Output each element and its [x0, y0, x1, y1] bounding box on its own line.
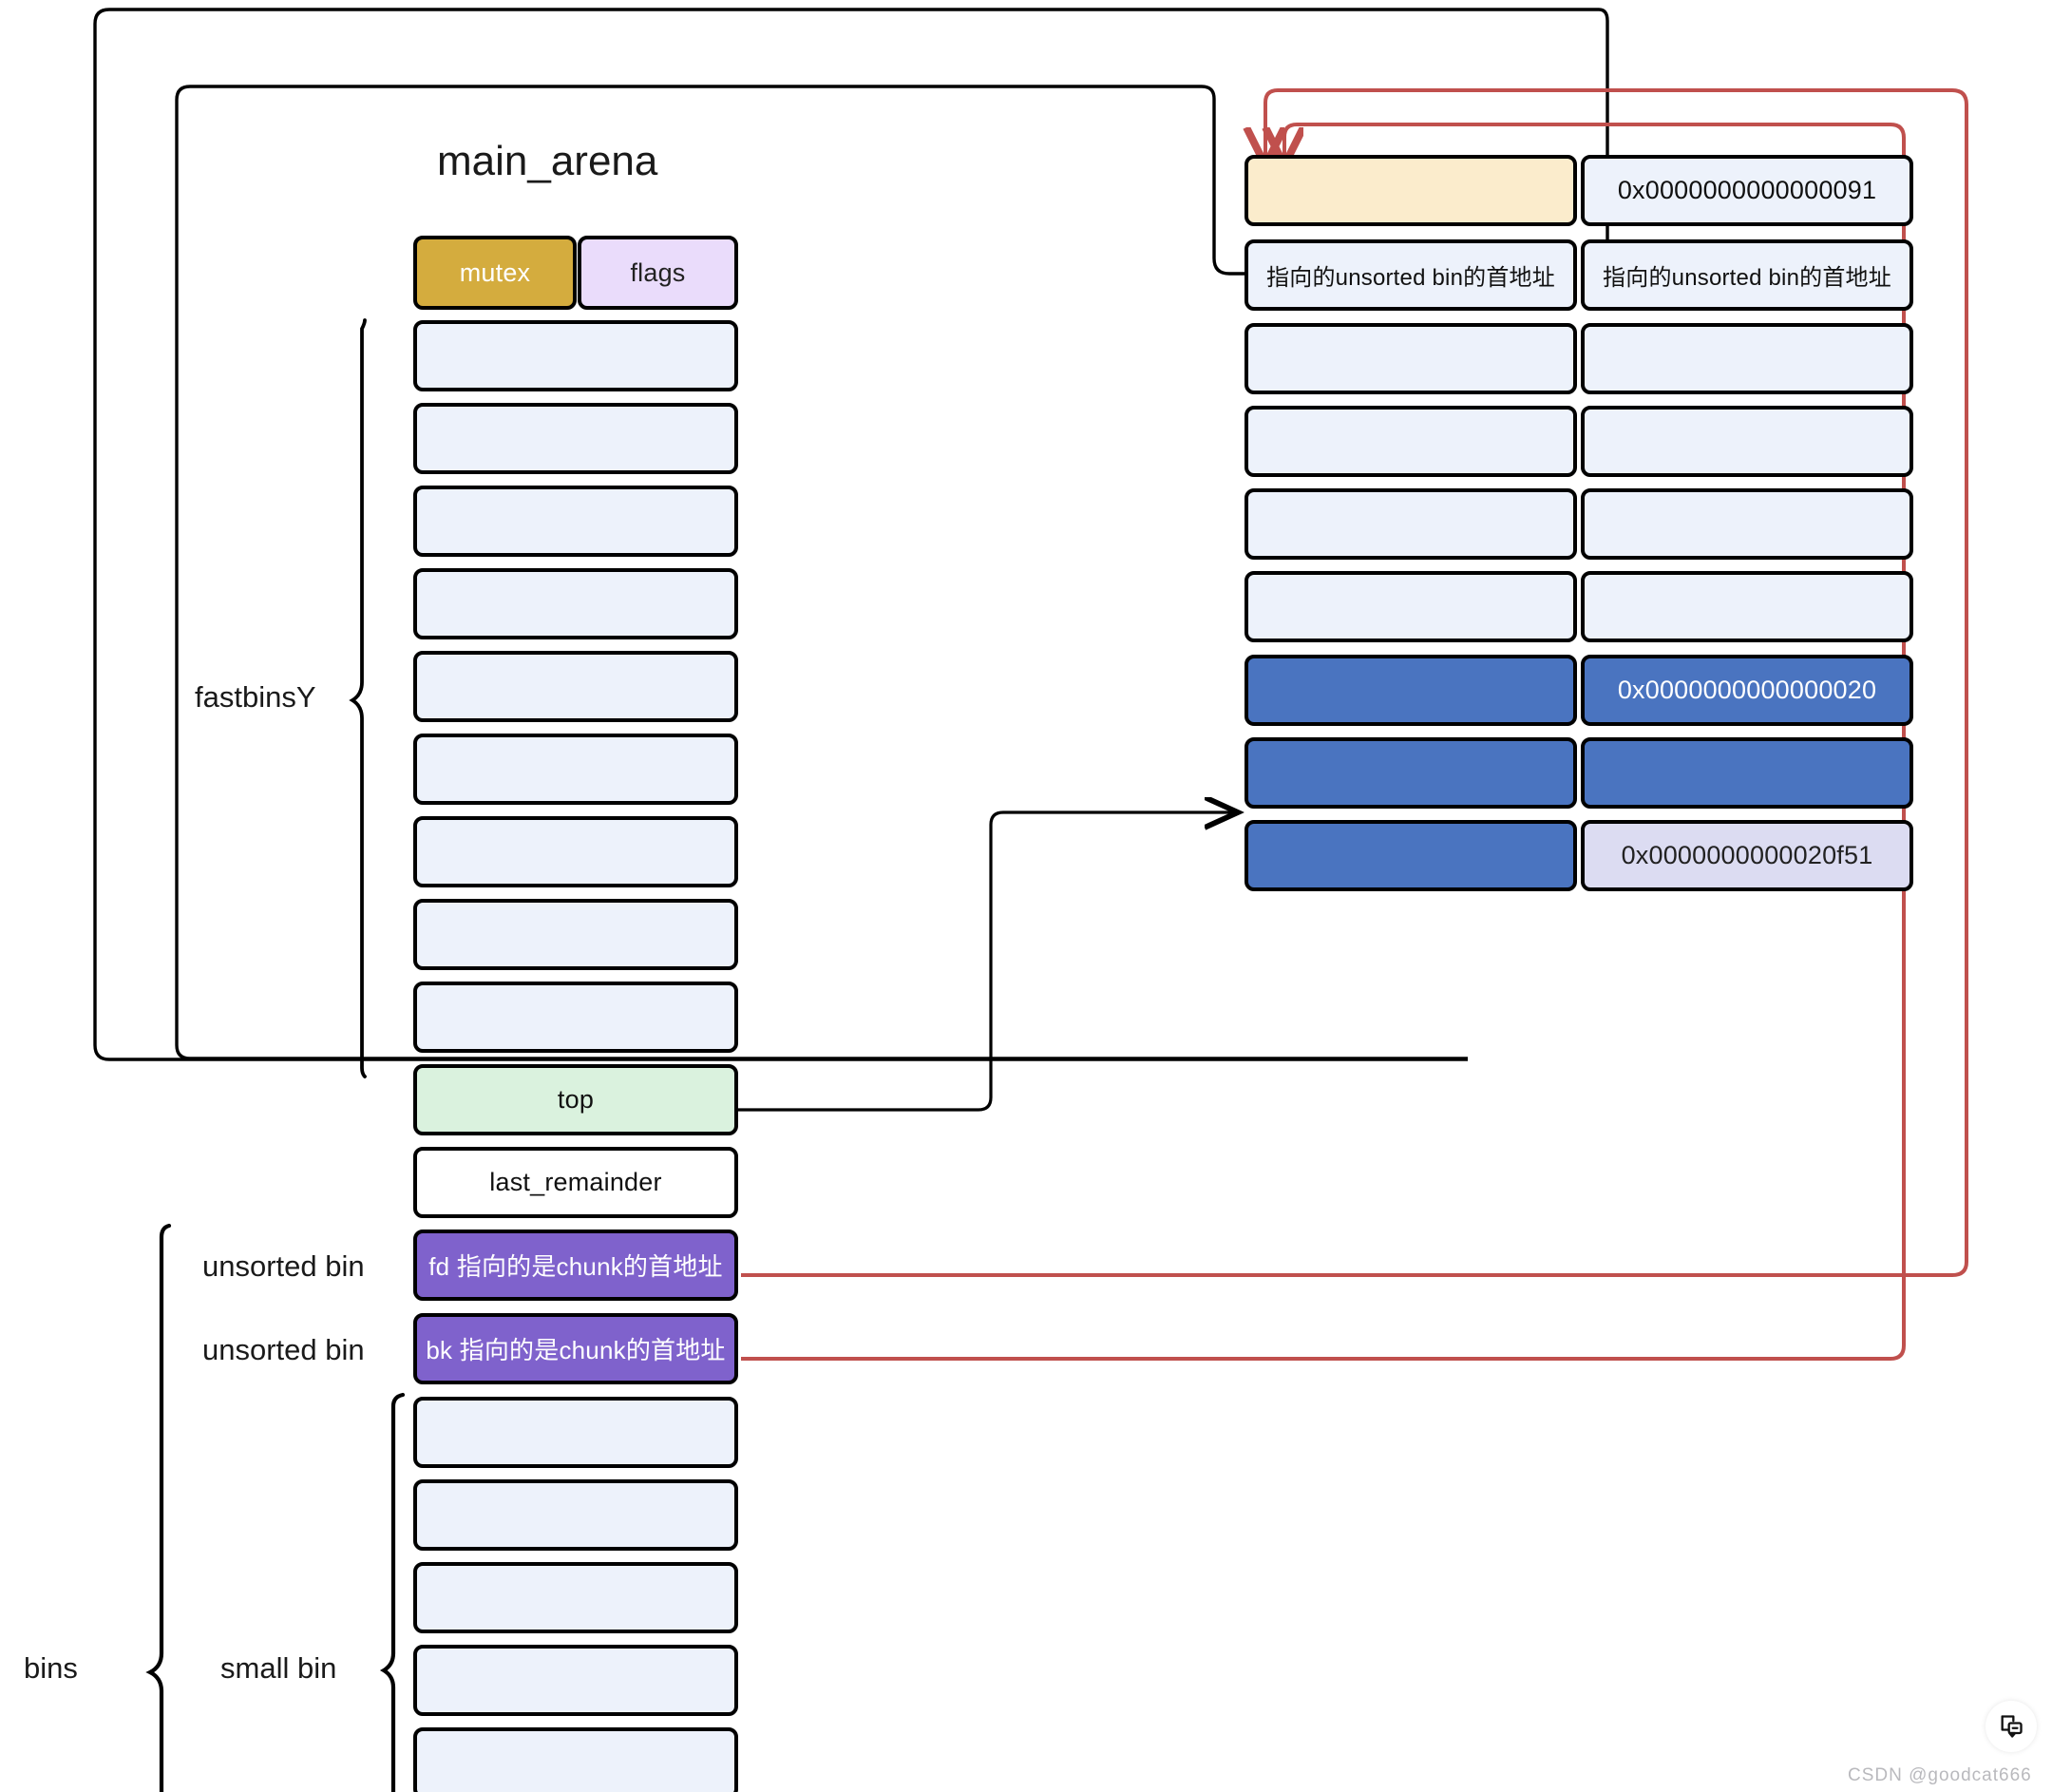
fastbinsY-brace	[349, 318, 367, 1078]
top-pointer-arrow	[656, 812, 1235, 1112]
arena-row-smallbin-slot-4[interactable]	[413, 1645, 738, 1716]
arena-row-bk[interactable]: bk 指向的是chunk的首地址	[413, 1313, 738, 1384]
arena-row-smallbin-slot-3[interactable]	[413, 1562, 738, 1633]
chunk-row-2-right[interactable]	[1581, 323, 1913, 394]
arena-row-label: fd 指向的是chunk的首地址	[428, 1252, 723, 1281]
arena-row-fastbin-slot-1[interactable]	[413, 320, 738, 391]
arena-row-label: top	[557, 1085, 595, 1114]
arena-row-top[interactable]: top	[413, 1064, 738, 1135]
chunk-row-6-left[interactable]	[1244, 655, 1577, 726]
arena-row-smallbin-slot-5[interactable]	[413, 1727, 738, 1792]
arena-row-fastbin-slot-9[interactable]	[413, 982, 738, 1053]
chunk-row-5-left[interactable]	[1244, 571, 1577, 642]
arena-row-fastbin-slot-8[interactable]	[413, 899, 738, 970]
arena-row-fastbin-slot-5[interactable]	[413, 651, 738, 722]
chunk-row-0-left[interactable]	[1244, 155, 1577, 226]
chunk-cell-label: 0x0000000000000020	[1617, 676, 1877, 704]
page-title: main_arena	[437, 138, 658, 184]
chunk-row-4-left[interactable]	[1244, 488, 1577, 560]
arena-row-fastbin-slot-3[interactable]	[413, 486, 738, 557]
chunk-cell-label: 0x0000000000020f51	[1621, 841, 1873, 869]
chunk-row-6-right[interactable]: 0x0000000000000020	[1581, 655, 1913, 726]
chunk-cell-label: 指向的unsorted bin的首地址	[1603, 265, 1891, 291]
chunk-row-5-right[interactable]	[1581, 571, 1913, 642]
arena-row-last-remainder[interactable]: last_remainder	[413, 1147, 738, 1218]
bins-brace	[145, 1223, 172, 1792]
comment-icon[interactable]	[1986, 1701, 2037, 1752]
arena-row-smallbin-slot-2[interactable]	[413, 1479, 738, 1551]
arena-row-fastbin-slot-6[interactable]	[413, 734, 738, 805]
arena-row-fastbin-slot-2[interactable]	[413, 403, 738, 474]
arena-row-flags[interactable]: flags	[578, 236, 738, 310]
chunk-row-1-right[interactable]: 指向的unsorted bin的首地址	[1581, 239, 1913, 311]
watermark-text: CSDN @goodcat666	[1848, 1765, 2032, 1785]
chunk-row-2-left[interactable]	[1244, 323, 1577, 394]
arena-row-mutex[interactable]: mutex	[413, 236, 577, 310]
fastbinsY-label: fastbinsY	[195, 680, 316, 714]
chunk-row-8-left[interactable]	[1244, 820, 1577, 891]
bins-label: bins	[24, 1651, 78, 1685]
arena-row-label: flags	[630, 257, 686, 287]
arena-row-label: bk 指向的是chunk的首地址	[426, 1336, 726, 1364]
chunk-cell-label: 0x0000000000000091	[1617, 176, 1877, 204]
arena-row-fastbin-slot-7[interactable]	[413, 816, 738, 887]
arena-row-smallbin-slot-1[interactable]	[413, 1397, 738, 1468]
arena-row-label: mutex	[459, 257, 531, 287]
small-bin-brace	[379, 1392, 406, 1792]
chunk-row-7-right[interactable]	[1581, 737, 1913, 809]
chunk-row-4-right[interactable]	[1581, 488, 1913, 560]
chunk-row-1-left[interactable]: 指向的unsorted bin的首地址	[1244, 239, 1577, 311]
arena-row-fd[interactable]: fd 指向的是chunk的首地址	[413, 1230, 738, 1301]
arena-row-label: last_remainder	[489, 1168, 662, 1196]
unsorted-bin-fd-label: unsorted bin	[202, 1249, 365, 1283]
chunk-row-7-left[interactable]	[1244, 737, 1577, 809]
chunk-cell-label: 指向的unsorted bin的首地址	[1266, 265, 1555, 291]
chunk-row-0-right[interactable]: 0x0000000000000091	[1581, 155, 1913, 226]
chunk-row-8-right[interactable]: 0x0000000000020f51	[1581, 820, 1913, 891]
small-bin-label: small bin	[220, 1651, 337, 1685]
arena-row-fastbin-slot-4[interactable]	[413, 568, 738, 639]
chunk-row-3-left[interactable]	[1244, 406, 1577, 477]
unsorted-bin-bk-label: unsorted bin	[202, 1333, 365, 1366]
chunk-row-3-right[interactable]	[1581, 406, 1913, 477]
diagram-canvas: main_arena mutex flags top last_remainde…	[0, 0, 2052, 1792]
